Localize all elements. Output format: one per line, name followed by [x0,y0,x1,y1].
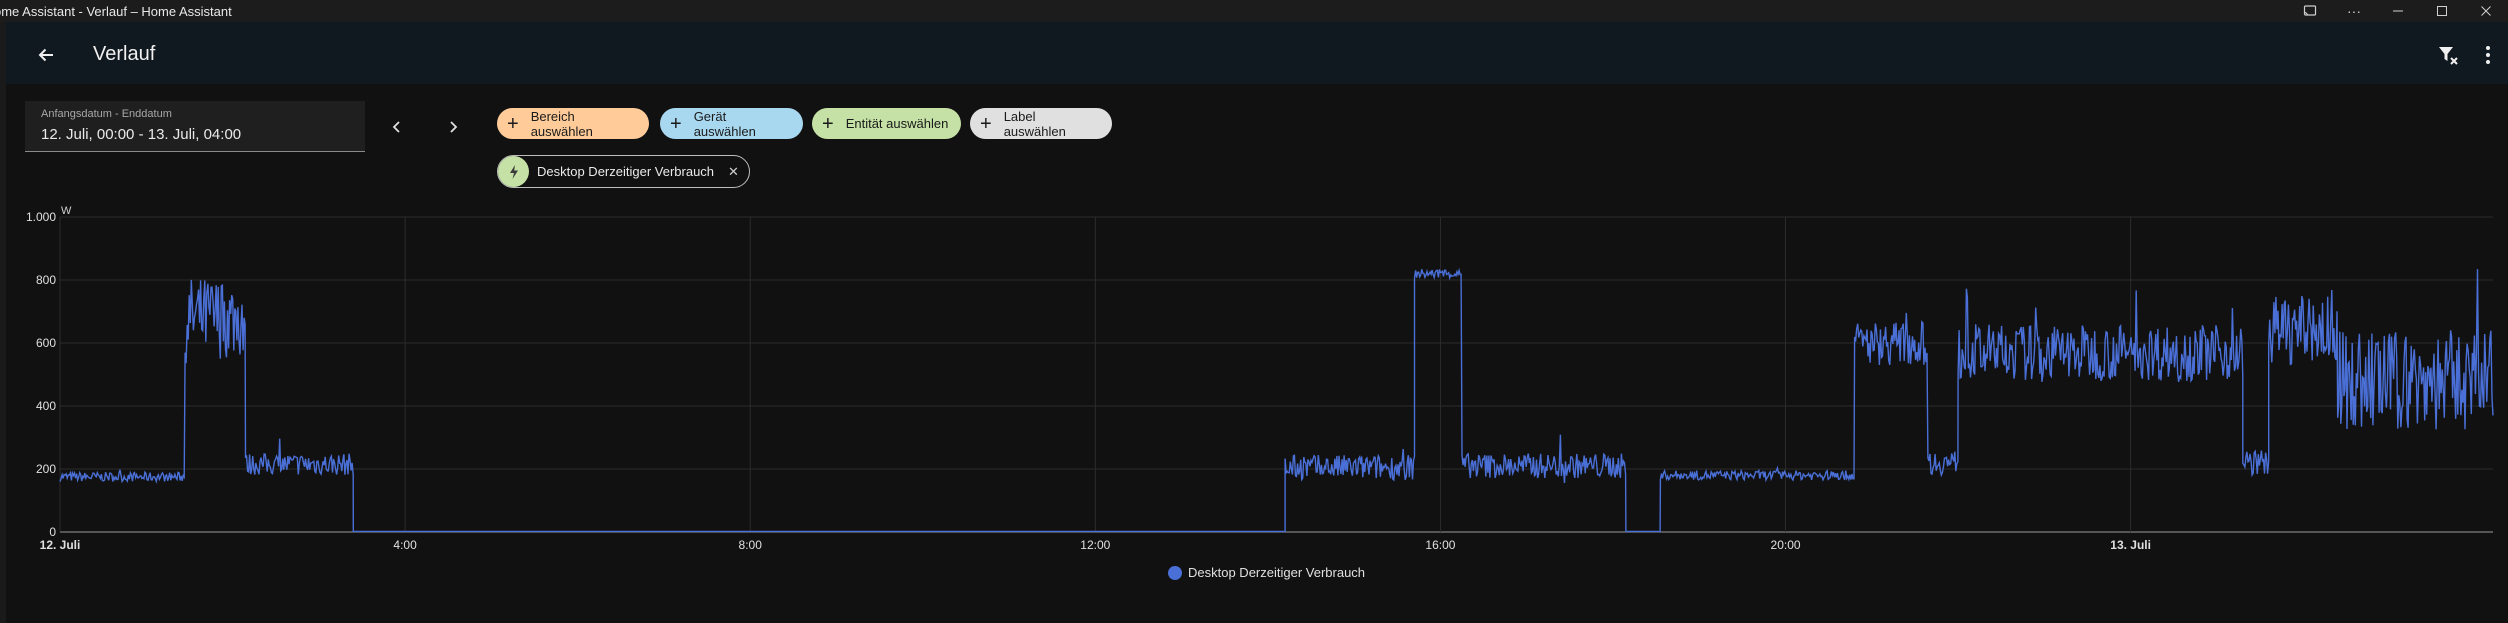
add-device-chip[interactable]: + Gerät auswählen [660,108,803,139]
x-tick-label: 12:00 [1080,538,1110,552]
y-axis: 0 200 400 600 800 1.000 [26,210,56,539]
add-entity-chip[interactable]: + Entität auswählen [812,108,961,139]
x-tick-label: 4:00 [393,538,417,552]
y-tick-label: 400 [36,399,56,413]
chip-label: Bereich auswählen [530,108,593,139]
chip-label: Entität auswählen [845,116,949,131]
legend-dot [1168,565,1182,580]
more-icon[interactable]: ··· [2332,0,2376,22]
plus-icon: + [822,112,834,135]
close-icon[interactable] [2464,0,2508,22]
previous-range-button[interactable] [383,113,411,141]
x-tick-label: 13. Juli [2110,538,2151,552]
x-tick-label: 8:00 [739,538,763,552]
y-tick-label: 0 [49,525,56,539]
filter-remove-icon [2439,47,2458,65]
dots-vertical-icon [2486,46,2490,64]
history-chart: 0 200 400 600 800 1.000 12. Juli 4:00 8:00 12:00… [26,205,2494,552]
y-tick-label: 800 [36,273,56,287]
plus-icon: + [670,112,682,135]
back-button[interactable] [34,43,58,67]
selected-entity-chip[interactable]: Desktop Derzeitiger Verbrauch ✕ [497,155,750,188]
selected-entity-label: Desktop Derzeitiger Verbrauch [537,164,715,179]
y-tick-label: 1.000 [26,210,56,224]
x-tick-label: 20:00 [1771,538,1801,552]
y-tick-label: 600 [36,336,56,350]
plus-icon: + [980,112,992,135]
legend-label: Desktop Derzeitiger Verbrauch [1188,565,1366,580]
x-tick-label: 16:00 [1425,538,1455,552]
date-range-value: 12. Juli, 00:00 - 13. Juli, 04:00 [41,126,242,143]
chevron-left-icon [392,121,400,133]
window-titlebar: ome Assistant - Verlauf – Home Assistant… [0,0,2508,22]
chart-grid [59,216,2493,533]
cast-icon[interactable] [2288,0,2332,22]
page-title: Verlauf [93,43,156,65]
chip-label: Gerät auswählen [693,108,756,139]
chip-label: Label auswählen [1003,108,1066,139]
remove-entity-icon[interactable]: ✕ [728,164,739,180]
date-range-picker[interactable]: Anfangsdatum - Enddatum 12. Juli, 00:00 … [25,101,365,152]
next-range-button[interactable] [439,113,467,141]
x-tick-label: 12. Juli [40,538,81,552]
chart-legend[interactable]: Desktop Derzeitiger Verbrauch [1168,565,1365,580]
toolbar-actions [2428,40,2508,70]
add-label-chip[interactable]: + Label auswählen [970,108,1112,139]
date-range-label: Anfangsdatum - Enddatum [41,108,172,120]
window-title: ome Assistant - Verlauf – Home Assistant [0,3,232,19]
chevron-right-icon [450,121,458,133]
flash-icon [498,156,529,187]
app-toolbar: Verlauf [6,22,2508,84]
minimize-icon[interactable] [2376,0,2420,22]
series-line-desktop-verbrauch [59,267,2494,533]
window-controls: ··· [2288,0,2508,22]
overflow-menu-button[interactable] [2468,40,2508,70]
y-axis-label: W [61,205,72,217]
arrow-left-icon [38,48,53,62]
maximize-icon[interactable] [2420,0,2464,22]
x-axis: 12. Juli 4:00 8:00 12:00 16:00 20:00 13. Juli [40,538,2151,552]
filter-remove-button[interactable] [2428,40,2468,70]
add-area-chip[interactable]: + Bereich auswählen [497,108,649,139]
plus-icon: + [507,112,519,135]
y-tick-label: 200 [36,462,56,476]
